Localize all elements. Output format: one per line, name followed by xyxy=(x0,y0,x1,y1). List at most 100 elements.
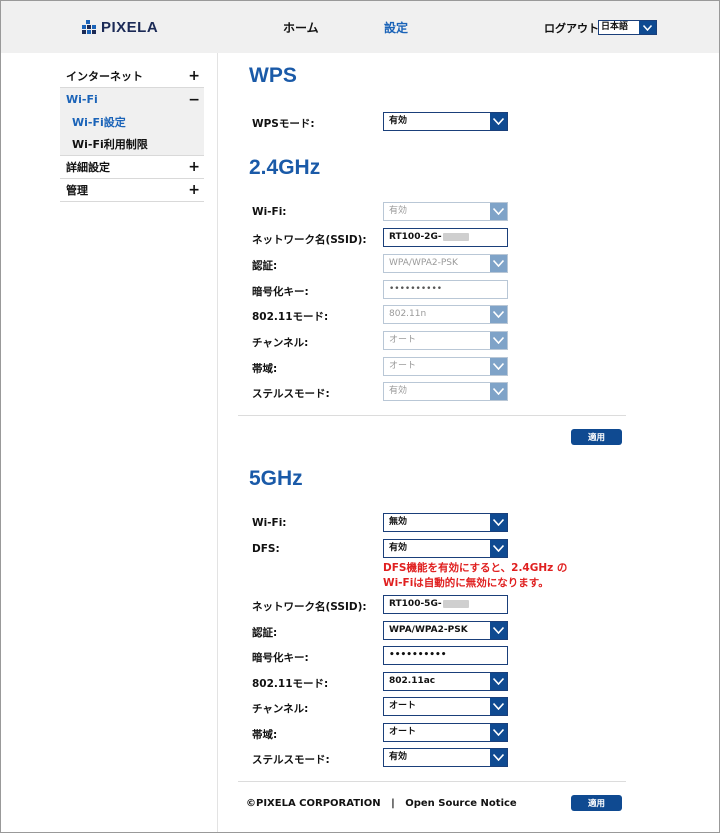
dfs-warning-line2: Wi-Fiは自動的に無効になります。 xyxy=(383,577,549,589)
chevron-down-icon xyxy=(490,383,507,400)
chevron-down-icon xyxy=(490,540,507,557)
chevron-down-icon xyxy=(490,203,507,220)
sidebar-item-management[interactable]: 管理 + xyxy=(60,179,204,202)
band5-stealth-label: ステルスモード: xyxy=(252,754,330,766)
sidebar-item-wifi[interactable]: Wi-Fi − xyxy=(60,88,204,111)
wps-mode-select[interactable]: 有効 xyxy=(383,112,508,131)
sidebar-item-label: インターネット xyxy=(66,70,143,83)
band5-dfs-label: DFS: xyxy=(252,543,280,555)
top-header: PIXELA ホーム 設定 ログアウト 日本語 xyxy=(1,1,719,53)
select-value: 有効 xyxy=(389,206,408,216)
plus-icon: + xyxy=(188,182,200,198)
copyright-text: ©PIXELA CORPORATION xyxy=(246,798,381,809)
band5-ssid-input[interactable]: RT100-5G- xyxy=(383,595,508,614)
select-value: WPA/WPA2-PSK xyxy=(389,625,468,635)
chevron-down-icon xyxy=(490,113,507,130)
chevron-down-icon xyxy=(490,332,507,349)
sidebar-item-label: 管理 xyxy=(66,184,88,197)
chevron-down-icon xyxy=(490,622,507,639)
redacted-block xyxy=(442,232,469,241)
band5-auth-label: 認証: xyxy=(252,627,278,639)
band24-ssid-label: ネットワーク名(SSID): xyxy=(252,234,367,246)
wps-title: WPS xyxy=(249,64,297,87)
sidebar-subitem-wifi-settings[interactable]: Wi-Fi設定 xyxy=(60,111,204,133)
band24-channel-label: チャンネル: xyxy=(252,337,309,349)
chevron-down-icon xyxy=(490,255,507,272)
band5-channel-select[interactable]: オート xyxy=(383,697,508,716)
dfs-warning-line1: DFS機能を有効にすると、2.4GHz の xyxy=(383,562,568,574)
band5-auth-select[interactable]: WPA/WPA2-PSK xyxy=(383,621,508,640)
band24-channel-select[interactable]: オート xyxy=(383,331,508,350)
select-value: 無効 xyxy=(389,517,408,527)
chevron-down-icon xyxy=(639,21,656,34)
select-value: 802.11n xyxy=(389,309,427,319)
footer: ©PIXELA CORPORATION | Open Source Notice xyxy=(246,798,517,809)
band5-mode-select[interactable]: 802.11ac xyxy=(383,672,508,691)
select-value: 有効 xyxy=(389,386,408,396)
band24-mode-select[interactable]: 802.11n xyxy=(383,305,508,324)
select-value: 有効 xyxy=(389,116,408,126)
band5-wifi-select[interactable]: 無効 xyxy=(383,513,508,532)
band24-stealth-select[interactable]: 有効 xyxy=(383,382,508,401)
input-value: •••••••••• xyxy=(389,284,443,294)
select-value: 802.11ac xyxy=(389,676,436,686)
band5-bandwidth-select[interactable]: オート xyxy=(383,723,508,742)
wps-mode-label: WPSモード: xyxy=(252,118,315,130)
band5-mode-label: 802.11モード: xyxy=(252,678,329,690)
nav-settings[interactable]: 設定 xyxy=(384,19,408,36)
chevron-down-icon xyxy=(490,724,507,741)
select-value: オート xyxy=(389,701,417,711)
select-value: WPA/WPA2-PSK xyxy=(389,258,458,268)
band24-title: 2.4GHz xyxy=(249,156,321,179)
band24-mode-label: 802.11モード: xyxy=(252,311,329,323)
chevron-down-icon xyxy=(490,698,507,715)
sidebar-subitem-wifi-restrictions[interactable]: Wi-Fi利用制限 xyxy=(60,133,204,155)
select-value: 有効 xyxy=(389,752,408,762)
band24-bandwidth-select[interactable]: オート xyxy=(383,357,508,376)
band24-key-input[interactable]: •••••••••• xyxy=(383,280,508,299)
sidebar-submenu-wifi: Wi-Fi設定 Wi-Fi利用制限 xyxy=(60,111,204,156)
open-source-notice-link[interactable]: Open Source Notice xyxy=(405,798,517,809)
language-select[interactable]: 日本語 xyxy=(598,20,657,35)
sidebar-item-advanced[interactable]: 詳細設定 + xyxy=(60,156,204,179)
sidebar: インターネット + Wi-Fi − Wi-Fi設定 Wi-Fi利用制限 詳細設定… xyxy=(60,65,204,202)
input-value: RT100-5G- xyxy=(389,599,442,609)
band24-ssid-input[interactable]: RT100-2G- xyxy=(383,228,508,247)
select-value: 有効 xyxy=(389,543,408,553)
input-value: RT100-2G- xyxy=(389,232,442,242)
select-value: オート xyxy=(389,361,417,371)
band24-auth-select[interactable]: WPA/WPA2-PSK xyxy=(383,254,508,273)
chevron-down-icon xyxy=(490,673,507,690)
band5-key-input[interactable]: •••••••••• xyxy=(383,646,508,665)
chevron-down-icon xyxy=(490,358,507,375)
minus-icon: − xyxy=(188,91,200,108)
logout-link[interactable]: ログアウト xyxy=(544,20,599,36)
footer-separator: | xyxy=(391,798,395,809)
plus-icon: + xyxy=(188,68,200,84)
logo-icon xyxy=(82,20,96,34)
select-value: オート xyxy=(389,727,417,737)
logo[interactable]: PIXELA xyxy=(81,18,158,36)
input-value: •••••••••• xyxy=(389,650,447,660)
chevron-down-icon xyxy=(490,749,507,766)
band5-key-label: 暗号化キー: xyxy=(252,652,309,664)
language-value: 日本語 xyxy=(601,22,629,32)
sidebar-item-label: 詳細設定 xyxy=(66,161,110,174)
band5-bandwidth-label: 帯域: xyxy=(252,729,278,741)
band5-dfs-select[interactable]: 有効 xyxy=(383,539,508,558)
band5-title: 5GHz xyxy=(249,467,303,490)
band24-wifi-select[interactable]: 有効 xyxy=(383,202,508,221)
band5-stealth-select[interactable]: 有効 xyxy=(383,748,508,767)
band24-apply-button[interactable]: 適用 xyxy=(571,429,622,445)
band5-apply-button[interactable]: 適用 xyxy=(571,795,622,811)
band24-stealth-label: ステルスモード: xyxy=(252,388,330,400)
plus-icon: + xyxy=(188,159,200,175)
redacted-block xyxy=(442,599,469,608)
band24-bandwidth-label: 帯域: xyxy=(252,363,278,375)
band5-ssid-label: ネットワーク名(SSID): xyxy=(252,601,367,613)
section-divider xyxy=(238,781,626,782)
nav-home[interactable]: ホーム xyxy=(283,19,319,36)
band5-wifi-label: Wi-Fi: xyxy=(252,517,287,529)
sidebar-item-internet[interactable]: インターネット + xyxy=(60,65,204,88)
dfs-warning: DFS機能を有効にすると、2.4GHz の Wi-Fiは自動的に無効になります。 xyxy=(383,561,567,591)
